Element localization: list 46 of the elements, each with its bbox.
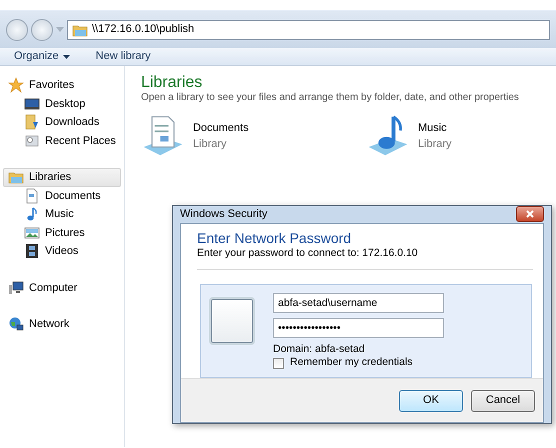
sidebar-item[interactable]: Music [3,205,121,224]
checkbox-label: Remember my credentials [290,355,413,370]
star-icon [8,77,24,94]
picture-icon [24,224,40,241]
dropdown-arrow-icon[interactable] [56,26,64,32]
toolbar-button[interactable]: New library [96,48,151,65]
film-icon [24,243,40,260]
caret-icon [62,54,70,58]
sidebar-item[interactable]: Downloads [3,113,121,132]
sidebar-item[interactable]: Desktop [3,94,121,113]
address-bar[interactable]: \\172.16.0.10\publish [67,20,550,40]
dialog-button[interactable]: Cancel [471,390,535,412]
sidebar-item[interactable]: Videos [3,242,121,260]
dialog-title: Windows Security [180,207,268,222]
dialog-button[interactable]: OK [399,390,463,412]
library-name[interactable]: Music [418,120,452,136]
computer-icon [8,280,24,296]
remember-checkbox[interactable] [273,358,284,369]
library-type: Library [192,137,228,152]
sidebar-item[interactable]: Favorites [3,76,121,94]
dialog-message: Enter your password to connect to: 172.16.0.10 [197,246,419,260]
username-field[interactable]: abfa-setad\username [273,293,444,314]
sidebar-item[interactable]: Pictures [3,224,121,242]
page-title: Libraries [140,74,204,92]
domain-label: Domain: abfa-setad [273,343,366,356]
folder-icon [24,114,40,130]
page-subtitle: Open a library to see your files and arrange them by folder, date, and other properties [140,92,520,104]
back-button[interactable] [6,18,28,40]
address-path: \\172.16.0.10\publish [92,22,194,38]
sidebar-item[interactable]: Recent Places [3,132,121,150]
sidebar-item[interactable]: Libraries [3,168,121,186]
user-tile [209,297,255,346]
library-name[interactable]: Documents [192,120,249,136]
dialog-heading: Enter Network Password [197,230,352,246]
organize-menu-button[interactable]: Organize [14,48,70,65]
globe-icon [8,316,24,332]
sidebar-item[interactable]: Documents [3,186,121,205]
forward-button[interactable] [31,18,53,40]
document-icon [24,188,40,204]
close-button[interactable] [516,206,544,222]
library-type: Library [418,137,452,152]
sidebar-item[interactable]: Network [3,315,121,334]
close-icon [526,210,534,218]
sidebar-item[interactable]: Computer [3,278,121,297]
password-field[interactable]: ••••••••••••••••• [273,318,444,338]
monitor-icon [24,96,40,112]
